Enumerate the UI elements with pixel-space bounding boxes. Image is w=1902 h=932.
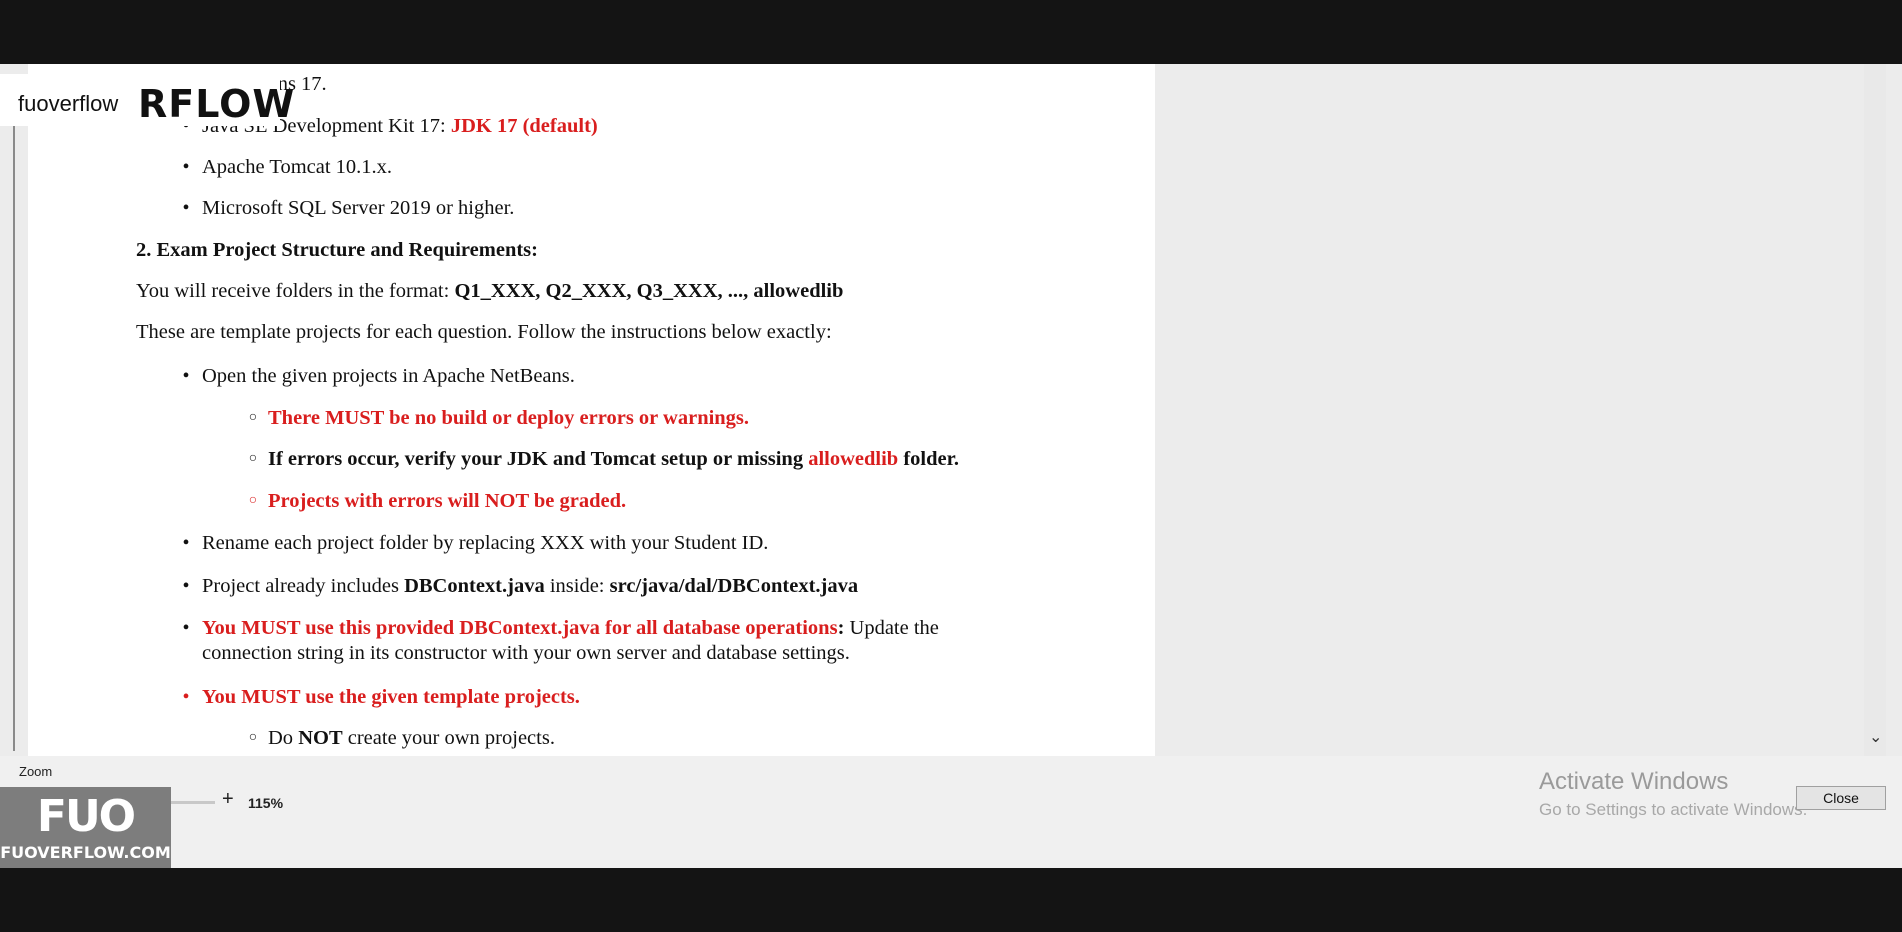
page-margin-rule — [13, 120, 15, 751]
doc-text-run: src/java/dal/DBContext.java — [609, 575, 859, 597]
doc-text-run: Apache Tomcat 10.1.x. — [202, 156, 393, 178]
doc-line: These are template projects for each que… — [136, 320, 832, 344]
doc-text-run: If errors occur, verify your JDK and Tom… — [268, 448, 809, 470]
logo-url: FUOVERFLOW.COM — [0, 843, 171, 862]
brand-watermark: fuoverflow RFLOW — [0, 74, 294, 126]
doc-text-run: Project already includes — [202, 575, 405, 597]
bullet-icon: • — [182, 365, 190, 387]
document-viewport[interactable]: e NetBeans 17.Java SE Development Kit 17… — [0, 64, 1902, 756]
doc-text-run: You will receive folders in the format: — [136, 280, 455, 302]
doc-text-run: Do — [268, 727, 299, 749]
doc-line: You will receive folders in the format: … — [136, 279, 843, 303]
zoom-label: Zoom — [19, 764, 53, 779]
doc-line: Open the given projects in Apache NetBea… — [202, 364, 575, 388]
bullet-icon: • — [182, 532, 190, 554]
doc-text-run: connection string in its constructor wit… — [202, 642, 850, 664]
doc-line: Rename each project folder by replacing … — [202, 531, 768, 555]
doc-text-run: JDK 17 (default) — [450, 115, 598, 137]
doc-text-run: There MUST be no build or deploy errors … — [268, 407, 750, 429]
chevron-down-icon[interactable]: ⌄ — [1869, 729, 1882, 747]
doc-text-run: NOT — [298, 727, 343, 749]
fuoverflow-logo: FUO FUOVERFLOW.COM — [0, 787, 171, 868]
doc-text-run: Update the — [849, 617, 939, 639]
zoom-value: 115% — [248, 795, 284, 811]
activation-title: Activate Windows — [1539, 768, 1729, 795]
doc-line: 2. Exam Project Structure and Requiremen… — [136, 238, 538, 262]
doc-line: Do NOT create your own projects. — [268, 726, 555, 750]
circle-bullet-icon: ○ — [248, 451, 258, 466]
doc-text-run: inside: — [544, 575, 610, 597]
doc-text-run: folder. — [898, 448, 959, 470]
bullet-icon: • — [182, 686, 190, 708]
document-text: e NetBeans 17.Java SE Development Kit 17… — [28, 64, 1155, 756]
doc-text-run: Microsoft SQL Server 2019 or higher. — [202, 197, 515, 219]
circle-bullet-icon: ○ — [248, 730, 258, 745]
doc-text-run: Rename each project folder by replacing … — [202, 532, 769, 554]
close-button[interactable]: Close — [1796, 786, 1886, 810]
watermark-big-text: RFLOW — [138, 82, 296, 126]
circle-bullet-icon: ○ — [248, 493, 258, 508]
doc-line: If errors occur, verify your JDK and Tom… — [268, 447, 959, 471]
doc-line: Projects with errors will NOT be graded. — [268, 489, 626, 513]
circle-bullet-icon: ○ — [248, 410, 258, 425]
doc-text-run: : — [837, 617, 850, 639]
doc-text-run: You MUST use this provided DBContext.jav… — [202, 617, 838, 639]
vertical-scrollbar[interactable] — [1864, 64, 1886, 756]
doc-line: Apache Tomcat 10.1.x. — [202, 155, 392, 179]
doc-text-run: You MUST use the given template projects… — [202, 686, 580, 708]
doc-line: You MUST use this provided DBContext.jav… — [202, 616, 939, 640]
doc-text-run: 2. Exam Project Structure and Requiremen… — [136, 239, 538, 261]
bullet-icon: • — [182, 575, 190, 597]
doc-line: You MUST use the given template projects… — [202, 685, 580, 709]
doc-text-run: These are template projects for each que… — [136, 321, 832, 343]
document-viewer-window: e NetBeans 17.Java SE Development Kit 17… — [0, 64, 1902, 868]
doc-line: There MUST be no build or deploy errors … — [268, 406, 749, 430]
doc-text-run: Projects with errors will NOT be graded. — [268, 490, 627, 512]
doc-text-run: Open the given projects in Apache NetBea… — [202, 365, 575, 387]
doc-line: Microsoft SQL Server 2019 or higher. — [202, 196, 514, 220]
doc-text-run: DBContext.java — [404, 575, 545, 597]
document-page: e NetBeans 17.Java SE Development Kit 17… — [28, 64, 1155, 756]
watermark-small-text: fuoverflow — [18, 91, 119, 116]
bullet-icon: • — [182, 156, 190, 178]
activation-subtitle: Go to Settings to activate Windows. — [1539, 800, 1808, 819]
bullet-icon: • — [182, 197, 190, 219]
doc-text-run: Q1_XXX, Q2_XXX, Q3_XXX, ..., allowedlib — [454, 280, 844, 302]
bullet-icon: • — [182, 617, 190, 639]
logo-mark: FUO — [36, 791, 136, 842]
doc-text-run: create your own projects. — [342, 727, 555, 749]
doc-text-run: allowedlib — [808, 448, 899, 470]
doc-line: Project already includes DBContext.java … — [202, 574, 858, 598]
zoom-in-button[interactable]: + — [222, 788, 234, 811]
doc-line: connection string in its constructor wit… — [202, 641, 850, 665]
